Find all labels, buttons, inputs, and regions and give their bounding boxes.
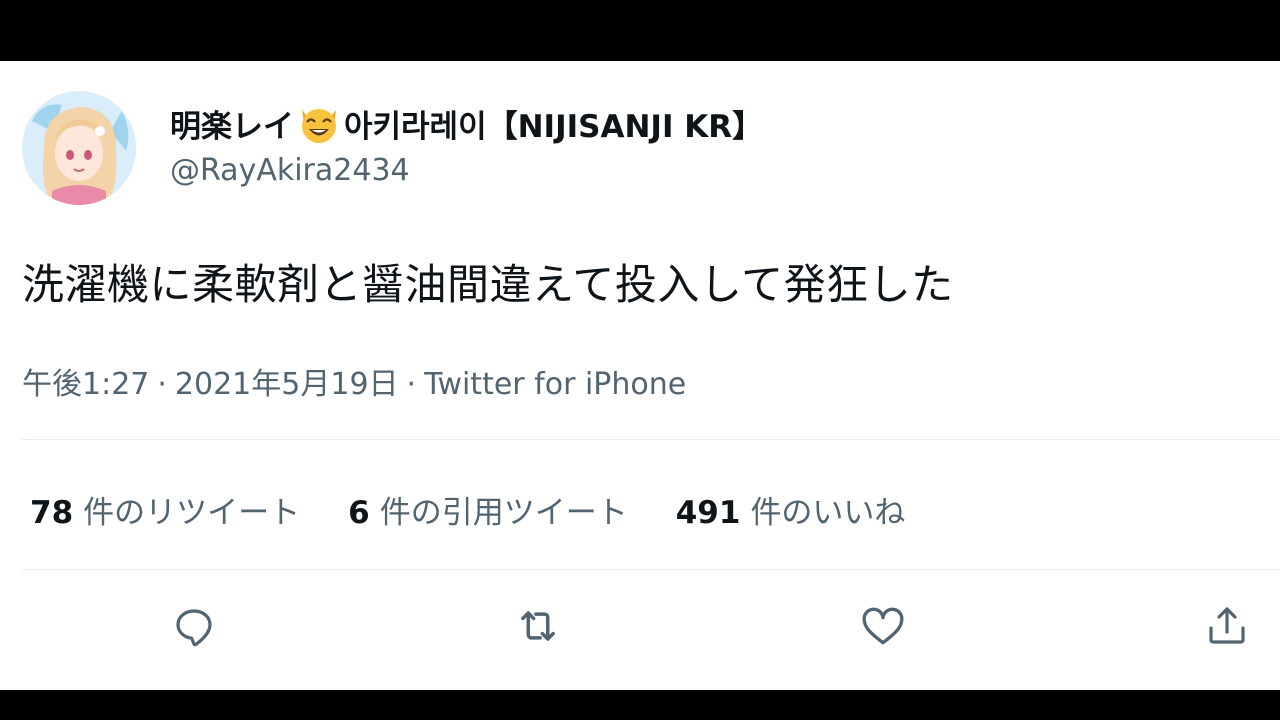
smiling-cat-emoji-icon	[296, 100, 342, 146]
avatar[interactable]	[22, 91, 136, 205]
likes-label: 件のいいね	[750, 494, 906, 531]
display-name-kr: 아키라레이	[344, 108, 487, 145]
tweet-card: 明楽レイ 아키라레이 【NIJISANJI KR】 @RayAkira2434 …	[0, 61, 1280, 690]
author-handle[interactable]: @RayAkira2434	[170, 153, 410, 188]
quotes-label: 件の引用ツイート	[379, 494, 628, 531]
tweet-date[interactable]: 2021年5月19日	[175, 367, 399, 402]
likes-count: 491	[675, 494, 741, 531]
display-name-jp: 明楽レイ	[170, 108, 294, 145]
quotes-stat[interactable]: 6 件の引用ツイート	[348, 487, 628, 532]
meta-separator: ·	[157, 367, 167, 402]
meta-separator: ·	[406, 367, 417, 402]
divider-top	[22, 439, 1280, 440]
tweet-text: 洗濯機に柔軟剤と醤油間違えて投入して発狂した	[22, 260, 954, 309]
avatar-image	[22, 91, 136, 205]
tweet-meta: 午後1:27 · 2021年5月19日 · Twitter for iPhone	[22, 359, 686, 403]
share-button[interactable]	[1199, 598, 1255, 654]
retweets-stat[interactable]: 78 件のリツイート	[30, 487, 300, 532]
display-name[interactable]: 明楽レイ 아키라레이 【NIJISANJI KR】	[170, 101, 763, 145]
retweets-count: 78	[30, 494, 74, 531]
retweet-icon	[521, 611, 555, 641]
reply-icon	[176, 609, 212, 647]
letterbox-top	[0, 0, 1280, 61]
tweet-time[interactable]: 午後1:27	[22, 367, 149, 402]
tweet-source[interactable]: Twitter for iPhone	[424, 367, 686, 402]
share-icon	[1209, 607, 1245, 644]
engagement-stats: 78 件のリツイート 6 件の引用ツイート 491 件のいいね	[30, 485, 953, 533]
retweets-label: 件のリツイート	[83, 494, 301, 531]
quotes-count: 6	[348, 494, 370, 531]
divider-bottom	[22, 569, 1280, 570]
letterbox-bottom	[0, 690, 1280, 720]
likes-stat[interactable]: 491 件のいいね	[676, 487, 906, 532]
display-name-tag: 【NIJISANJI KR】	[486, 108, 764, 145]
retweet-button[interactable]	[510, 598, 566, 654]
heart-icon	[862, 607, 904, 645]
like-button[interactable]	[855, 598, 911, 654]
reply-button[interactable]	[166, 598, 222, 654]
